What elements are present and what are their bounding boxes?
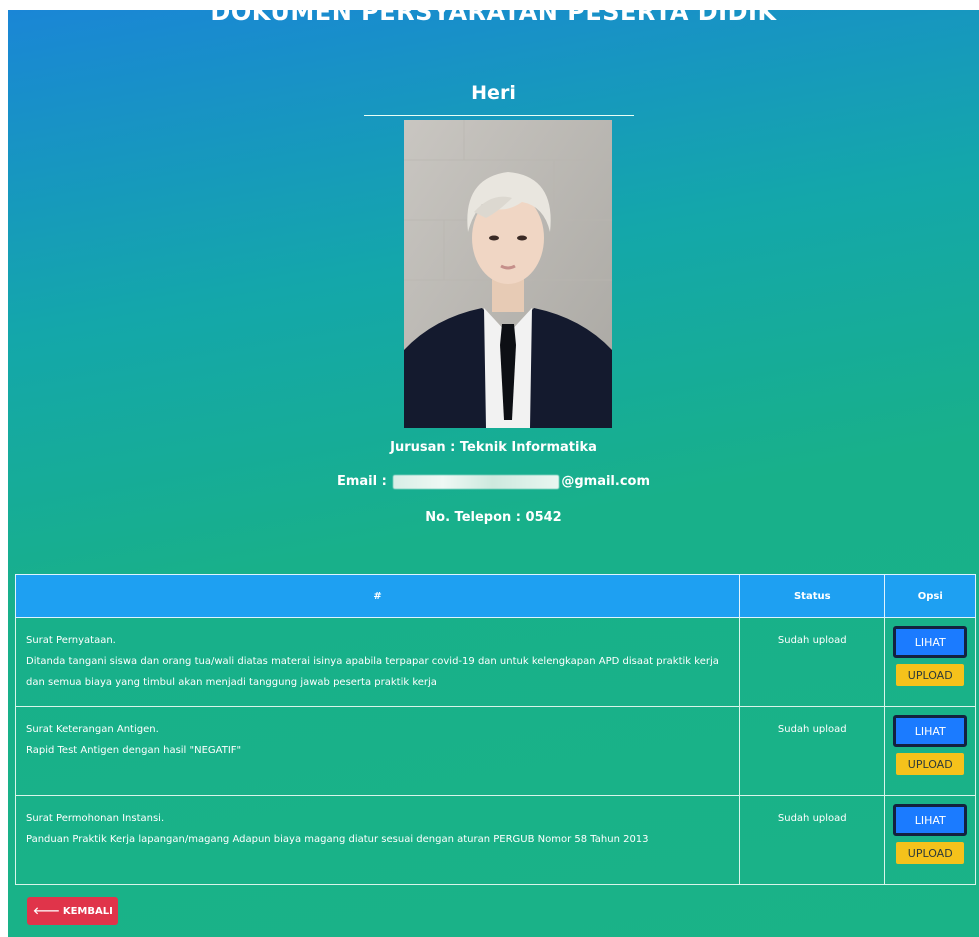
- phone-info: No. Telepon : 0542: [425, 510, 562, 525]
- status-cell: Sudah upload: [739, 617, 886, 707]
- documents-table: # Status Opsi Surat Pernyataan. Ditanda …: [14, 574, 976, 885]
- email-redacted: [393, 474, 560, 489]
- options-cell: LIHAT UPLOAD: [884, 706, 976, 796]
- status-cell: Sudah upload: [739, 706, 886, 796]
- email-domain: @gmail.com: [561, 474, 651, 489]
- view-button[interactable]: LIHAT: [893, 626, 968, 658]
- document-title: Surat Pernyataan.: [26, 635, 116, 646]
- column-header-status: Status: [739, 574, 886, 618]
- document-description: Surat Keterangan Antigen. Rapid Test Ant…: [14, 706, 741, 796]
- main-panel: DOKUMEN PERSYARATAN PESERTA DIDIK Heri J…: [8, 10, 979, 937]
- table-row: Surat Pernyataan. Ditanda tangani siswa …: [14, 617, 976, 707]
- document-description: Surat Permohonan Instansi. Panduan Prakt…: [14, 795, 741, 885]
- document-detail: Rapid Test Antigen dengan hasil "NEGATIF…: [26, 745, 242, 756]
- document-title: Surat Keterangan Antigen.: [26, 724, 159, 735]
- back-button[interactable]: 🡐 KEMBALI: [27, 897, 118, 925]
- student-photo: [404, 120, 612, 428]
- upload-button[interactable]: UPLOAD: [896, 842, 965, 864]
- document-title: Surat Permohonan Instansi.: [26, 813, 165, 824]
- options-cell: LIHAT UPLOAD: [884, 795, 976, 885]
- document-description: Surat Pernyataan. Ditanda tangani siswa …: [14, 617, 741, 707]
- status-cell: Sudah upload: [739, 795, 886, 885]
- major-info: Jurusan : Teknik Informatika: [390, 440, 597, 455]
- column-header-number: #: [14, 574, 741, 618]
- table-row: Surat Keterangan Antigen. Rapid Test Ant…: [14, 706, 976, 796]
- student-name: Heri: [471, 82, 516, 104]
- email-info: Email : @gmail.com: [8, 474, 979, 489]
- table-row: Surat Permohonan Instansi. Panduan Prakt…: [14, 795, 976, 885]
- email-label: Email :: [336, 474, 387, 489]
- upload-button[interactable]: UPLOAD: [896, 753, 965, 775]
- divider: [364, 115, 634, 116]
- view-button[interactable]: LIHAT: [893, 804, 968, 836]
- options-cell: LIHAT UPLOAD: [884, 617, 976, 707]
- upload-button[interactable]: UPLOAD: [896, 664, 965, 686]
- arrow-left-icon: 🡐: [33, 906, 60, 917]
- view-button[interactable]: LIHAT: [893, 715, 968, 747]
- page-title: DOKUMEN PERSYARATAN PESERTA DIDIK: [210, 10, 777, 26]
- document-detail: Ditanda tangani siswa dan orang tua/wali…: [26, 656, 719, 688]
- table-header-row: # Status Opsi: [14, 574, 976, 618]
- document-detail: Panduan Praktik Kerja lapangan/magang Ad…: [26, 834, 649, 845]
- column-header-options: Opsi: [884, 574, 976, 618]
- back-button-label: KEMBALI: [62, 906, 113, 917]
